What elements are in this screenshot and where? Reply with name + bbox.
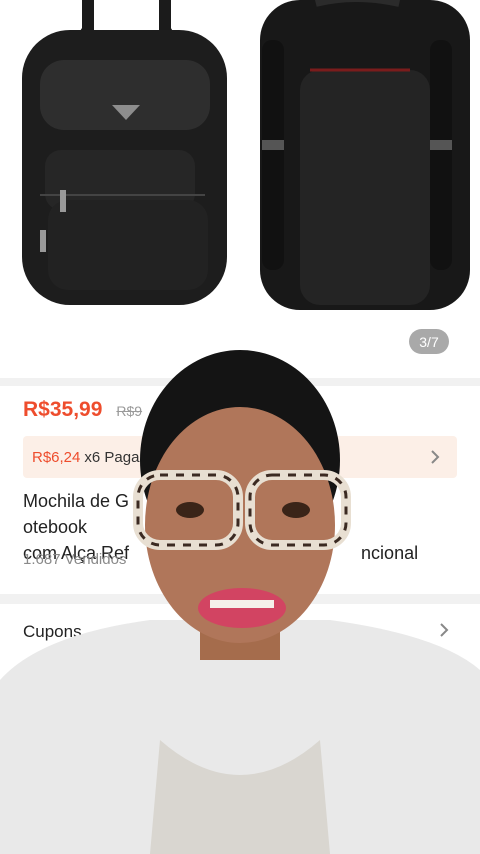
backpack-photo [22, 0, 470, 310]
presenter-video-overlay [0, 350, 480, 854]
product-image-gallery[interactable]: 3/7 [0, 0, 480, 378]
